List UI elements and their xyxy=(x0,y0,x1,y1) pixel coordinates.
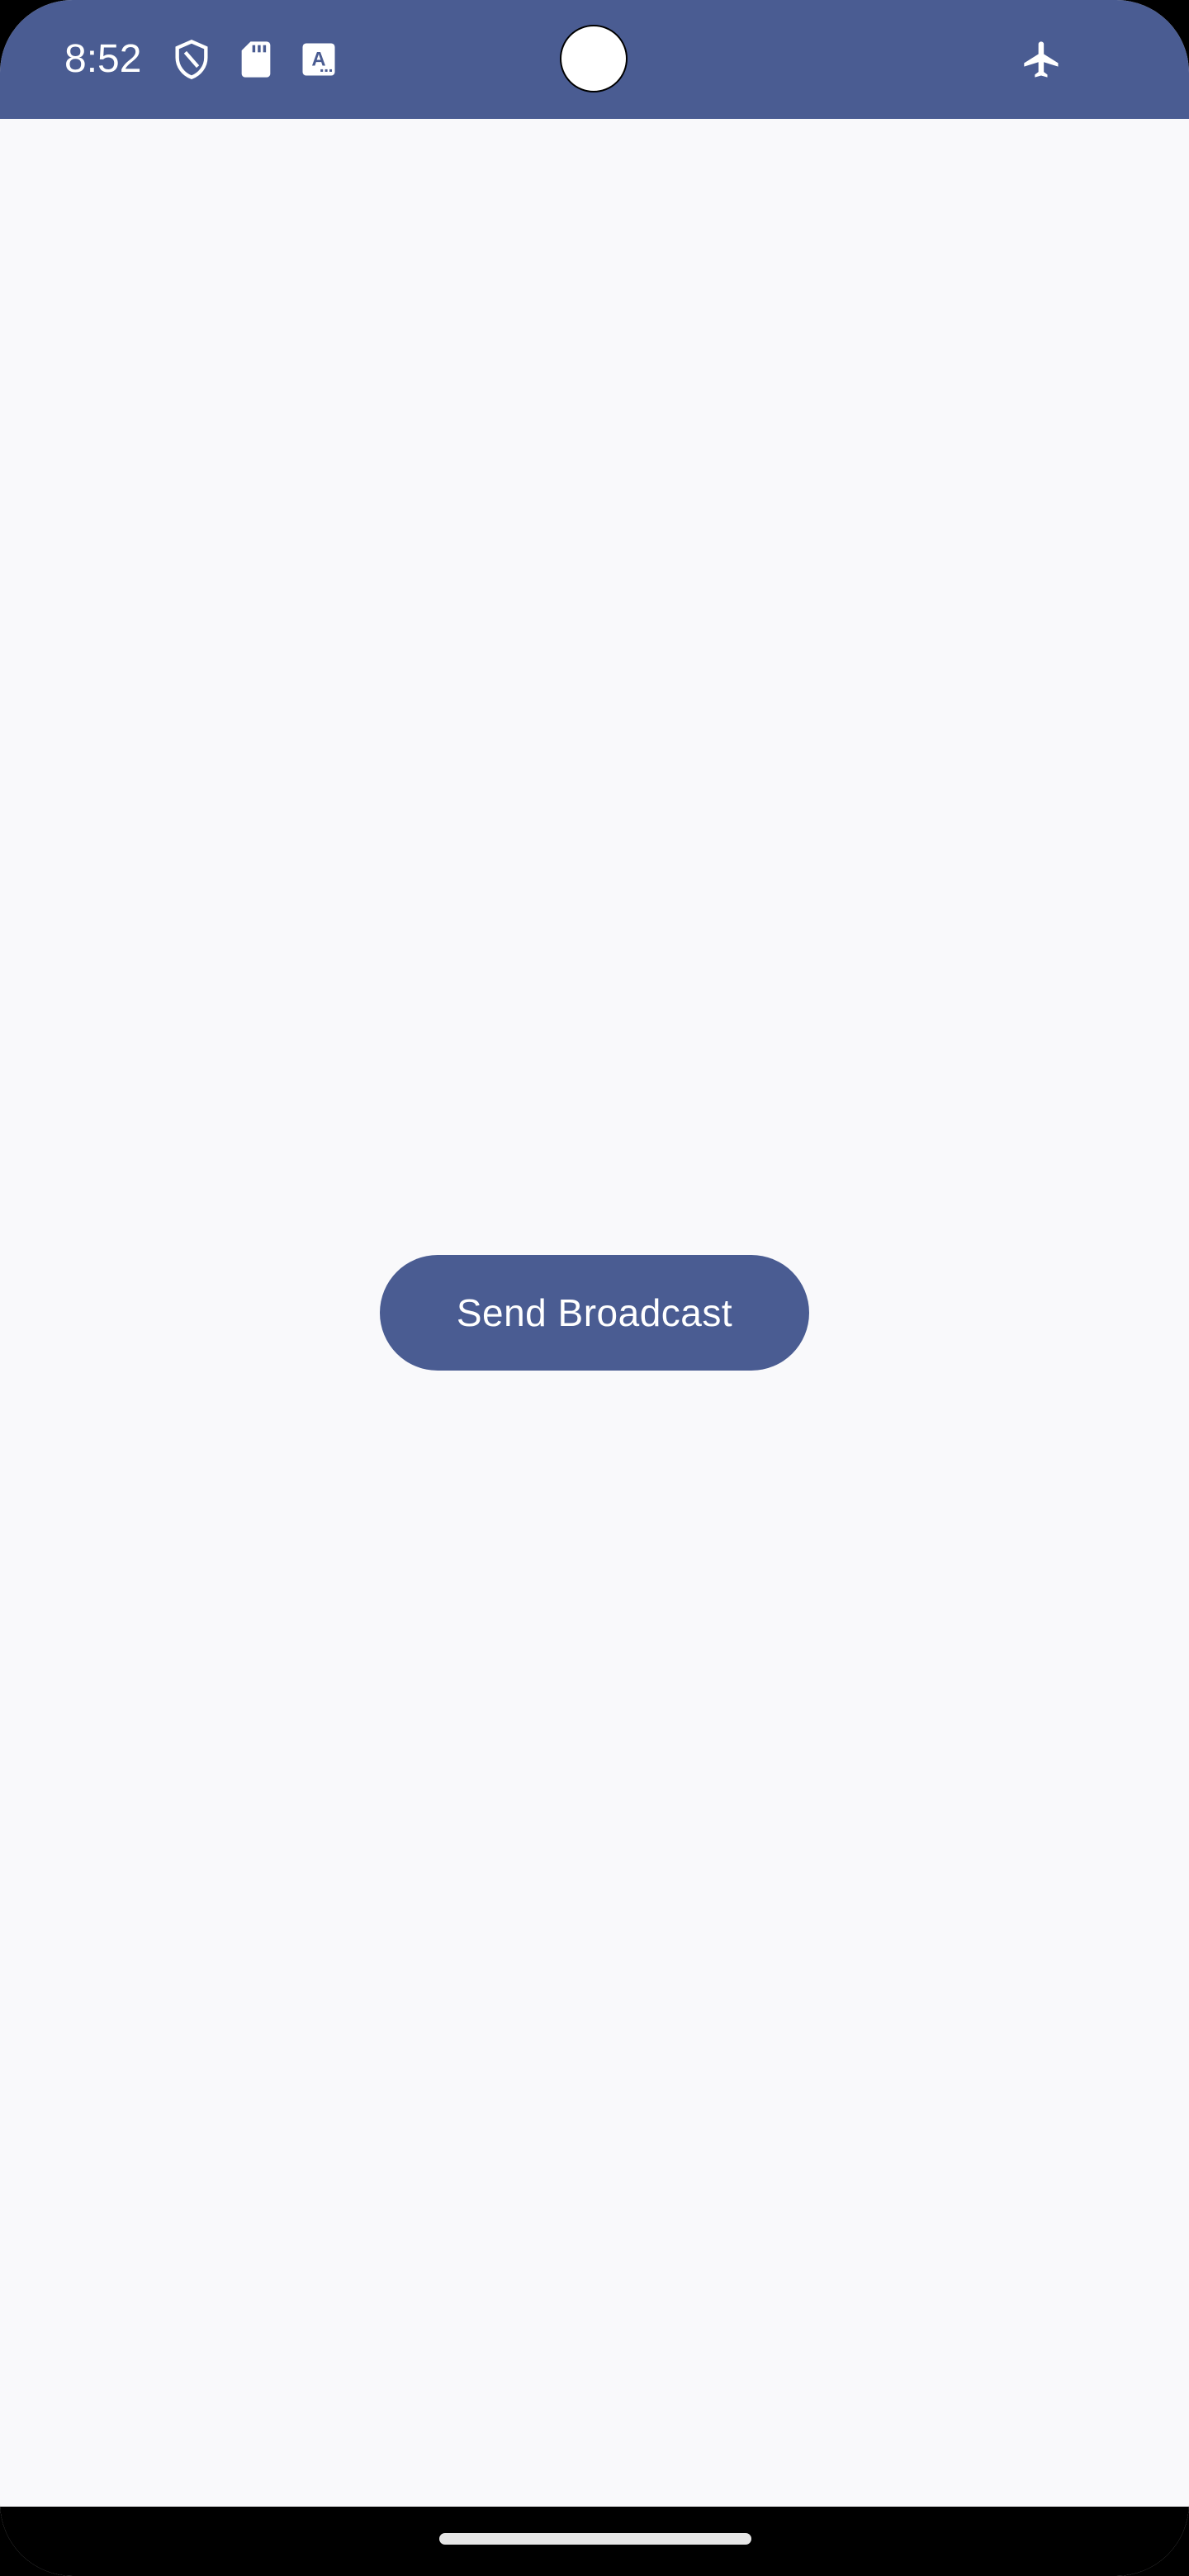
home-handle[interactable] xyxy=(439,2533,751,2545)
status-bar: 8:52 A xyxy=(0,0,1189,119)
send-broadcast-button[interactable]: Send Broadcast xyxy=(380,1255,809,1371)
svg-text:A: A xyxy=(311,49,325,71)
sd-card-icon xyxy=(234,38,277,81)
airplane-mode-icon xyxy=(1021,38,1063,81)
keyboard-a-icon: A xyxy=(297,38,340,81)
app-screen: 8:52 A Send Broadcast xyxy=(0,0,1189,2576)
camera-cutout xyxy=(560,25,628,92)
shield-icon xyxy=(170,38,213,81)
status-time: 8:52 xyxy=(64,37,142,81)
main-content: Send Broadcast xyxy=(0,119,1189,2507)
